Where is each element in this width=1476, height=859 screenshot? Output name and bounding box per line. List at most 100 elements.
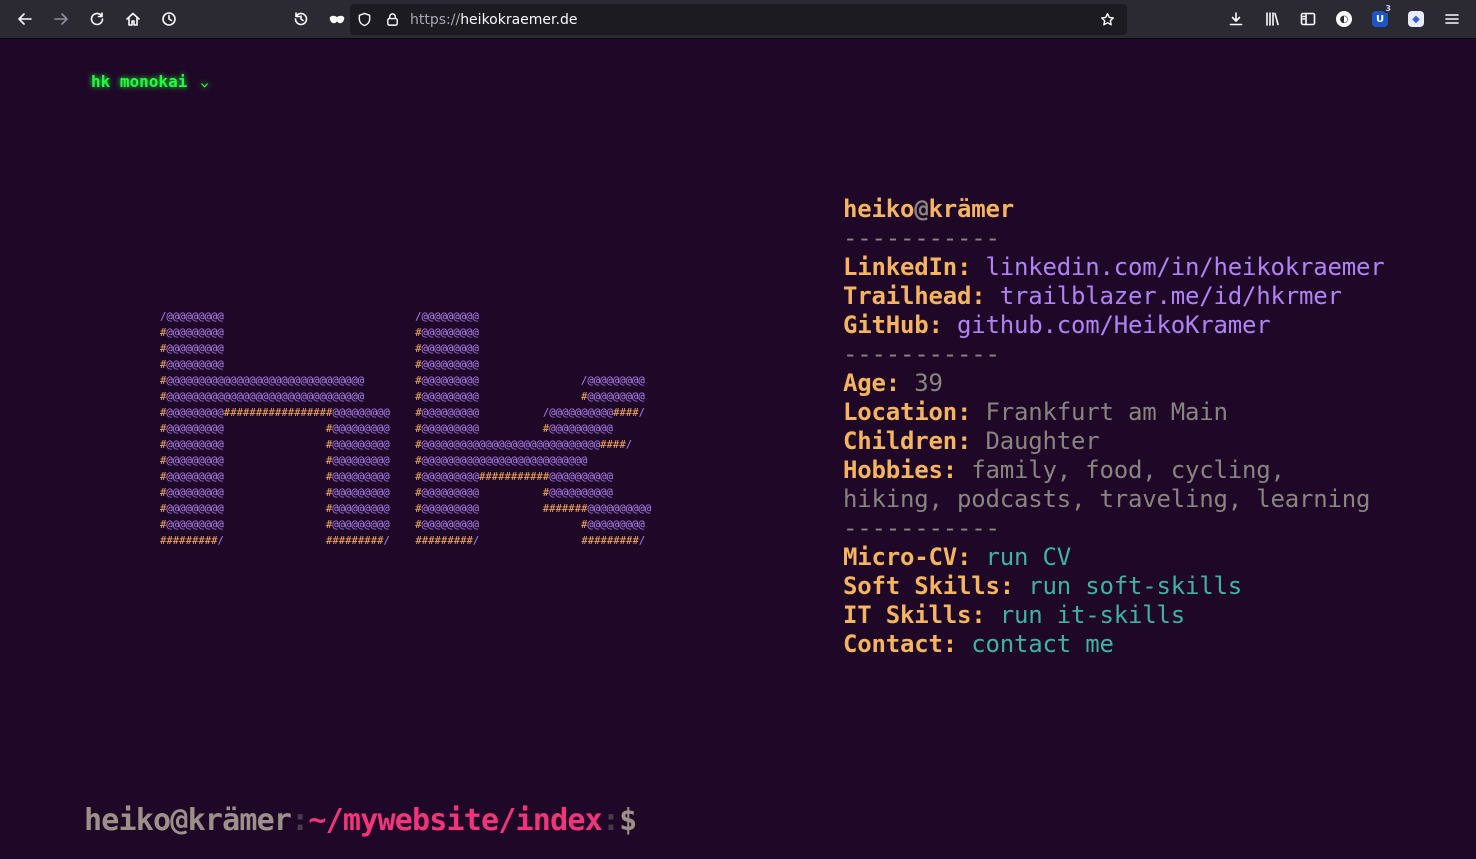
ascii-logo-line: #@@@@@@@@@ #@@@@@@@@@ #@@@@@@@@@########… <box>160 471 614 483</box>
separator: ----------- <box>843 224 1000 252</box>
prompt-colon: : <box>601 803 620 838</box>
separator: ----------- <box>843 340 1000 368</box>
url-text[interactable]: https://heikokraemer.de <box>410 12 1093 28</box>
history-button[interactable] <box>153 4 185 34</box>
prompt-dollar: $ <box>619 803 637 838</box>
contact-row: Contact: contact me <box>843 630 1384 659</box>
navigation-buttons <box>0 4 355 34</box>
downloads-button[interactable] <box>1220 4 1252 34</box>
trailhead-link[interactable]: trailblazer.me/id/hkrmer <box>1000 282 1342 310</box>
ascii-logo-line: #@@@@@@@@@ #@@@@@@@@@ <box>160 343 479 355</box>
sidebar-button[interactable] <box>1292 4 1324 34</box>
run-it-skills-command[interactable]: run it-skills <box>1000 601 1185 629</box>
children-key: Children: <box>843 427 972 455</box>
toolbar-right-group: ◐ U3 ◆ <box>1218 4 1470 34</box>
terminal-prompt[interactable]: heiko@krämer:~/mywebsite/index:$ <box>84 801 637 841</box>
ascii-logo-line: #@@@@@@@@@ #@@@@@@@@@ #@@@@@@@@@ #######… <box>160 503 652 515</box>
github-row: GitHub: github.com/HeikoKramer <box>843 311 1384 340</box>
soft-skills-row: Soft Skills: run soft-skills <box>843 572 1384 601</box>
hobbies-row: Hobbies: family, food, cycling, <box>843 456 1384 485</box>
clock-icon <box>162 12 176 26</box>
children-value: Daughter <box>985 427 1100 455</box>
library-button[interactable] <box>1256 4 1288 34</box>
home-button[interactable] <box>117 4 149 34</box>
chevron-down-icon: ⌄ <box>199 74 211 89</box>
back-button[interactable] <box>9 4 41 34</box>
site-security-button[interactable] <box>378 6 406 34</box>
micro-cv-key: Micro-CV: <box>843 543 972 571</box>
it-skills-row: IT Skills: run it-skills <box>843 601 1384 630</box>
title-user: heiko <box>843 195 915 223</box>
prompt-path: ~/mywebsite/index <box>308 803 602 838</box>
run-cv-command[interactable]: run CV <box>986 543 1072 571</box>
puzzle-extension-icon: ◆ <box>1408 11 1424 27</box>
history-rewind-icon <box>294 12 308 26</box>
url-scheme: https:// <box>410 11 461 28</box>
home-icon <box>126 12 140 26</box>
age-value: 39 <box>914 369 943 397</box>
prompt-user: heiko@krämer <box>84 803 292 838</box>
linkedin-row: LinkedIn: linkedin.com/in/heikokraemer <box>843 253 1385 282</box>
soft-skills-key: Soft Skills: <box>843 572 1014 600</box>
recent-history-button[interactable] <box>285 4 317 34</box>
profile-title: heiko@krämer <box>843 195 1384 224</box>
mask-icon <box>329 15 345 24</box>
prompt-colon: : <box>291 803 309 838</box>
trailhead-key: Trailhead: <box>843 282 986 310</box>
github-link[interactable]: github.com/HeikoKramer <box>957 311 1271 339</box>
ascii-logo-line: #@@@@@@@@@ #@@@@@@@@@ #@@@@@@@@@ #@@@@@@… <box>160 423 613 435</box>
ascii-logo-line: #@@@@@@@@@ #@@@@@@@@@ #@@@@@@@@@ #@@@@@@… <box>160 519 645 531</box>
theme-selector[interactable]: hk monokai ⌄ <box>91 72 211 91</box>
bookmark-star-button[interactable] <box>1093 6 1121 34</box>
url-host: heikokraemer.de <box>460 11 578 28</box>
children-row: Children: Daughter <box>843 427 1384 456</box>
download-icon <box>1229 12 1243 26</box>
browser-toolbar: https://heikokraemer.de ◐ U3 ◆ <box>0 0 1476 39</box>
github-key: GitHub: <box>843 311 943 339</box>
hamburger-menu-icon <box>1445 14 1459 24</box>
hobbies-value: family, food, cycling, <box>971 456 1285 484</box>
menu-button[interactable] <box>1436 4 1468 34</box>
shield-extension-icon: U3 <box>1372 4 1393 27</box>
private-browsing-button[interactable] <box>321 4 353 34</box>
extension-container-button[interactable]: ◆ <box>1400 4 1432 34</box>
ascii-logo-line: #@@@@@@@@@#################@@@@@@@@@ #@@… <box>160 407 646 419</box>
extension-badge-count: 3 <box>1383 4 1393 13</box>
separator: ----------- <box>843 514 1000 542</box>
title-at: @ <box>914 195 929 223</box>
ascii-logo-line: #@@@@@@@@@ #@@@@@@@@@ <box>160 359 479 371</box>
linkedin-key: LinkedIn: <box>843 253 972 281</box>
ascii-logo-line: #########/ #########/ #########/ #######… <box>160 535 646 547</box>
tracking-protection-button[interactable] <box>350 6 378 34</box>
contact-key: Contact: <box>843 630 957 658</box>
library-icon <box>1266 12 1279 26</box>
location-key: Location: <box>843 398 972 426</box>
shield-icon <box>358 12 370 27</box>
ascii-logo-line: #@@@@@@@@@@@@@@@@@@@@@@@@@@@@@@@ #@@@@@@… <box>160 391 645 403</box>
profile-info: heiko@krämer ----------- LinkedIn: linke… <box>843 195 1385 659</box>
address-bar[interactable]: https://heikokraemer.de <box>350 4 1127 35</box>
ascii-logo-line: #@@@@@@@@@ #@@@@@@@@@ #@@@@@@@@@ #@@@@@@… <box>160 487 613 499</box>
reload-button[interactable] <box>81 4 113 34</box>
theme-label: hk monokai <box>91 72 188 91</box>
location-value: Frankfurt am Main <box>985 398 1228 426</box>
contact-me-command[interactable]: contact me <box>971 630 1114 658</box>
location-row: Location: Frankfurt am Main <box>843 398 1384 427</box>
ghost-extension-icon: ◐ <box>1336 11 1352 27</box>
micro-cv-row: Micro-CV: run CV <box>843 543 1384 572</box>
extension-ublock-button[interactable]: U3 <box>1364 4 1396 34</box>
ascii-logo-line: #@@@@@@@@@ #@@@@@@@@@ #@@@@@@@@@@@@@@@@@… <box>160 439 633 451</box>
star-icon <box>1100 12 1114 26</box>
arrow-left-icon <box>18 13 32 25</box>
arrow-right-icon <box>54 13 68 25</box>
reload-icon <box>90 12 104 26</box>
extension-ghostery-button[interactable]: ◐ <box>1328 4 1360 34</box>
age-row: Age: 39 <box>843 369 1384 398</box>
forward-button[interactable] <box>45 4 77 34</box>
ascii-logo: /@@@@@@@@@ /@@@@@@@@@ #@@@@@@@@@ #@@@@@@@… <box>160 309 651 549</box>
ascii-logo-line: #@@@@@@@@@ #@@@@@@@@@ <box>160 327 479 339</box>
sidebar-icon <box>1300 12 1316 26</box>
run-soft-skills-command[interactable]: run soft-skills <box>1028 572 1242 600</box>
ascii-logo-line: #@@@@@@@@@ #@@@@@@@@@ #@@@@@@@@@@@@@@@@@… <box>160 455 588 467</box>
linkedin-link[interactable]: linkedin.com/in/heikokraemer <box>986 253 1385 281</box>
